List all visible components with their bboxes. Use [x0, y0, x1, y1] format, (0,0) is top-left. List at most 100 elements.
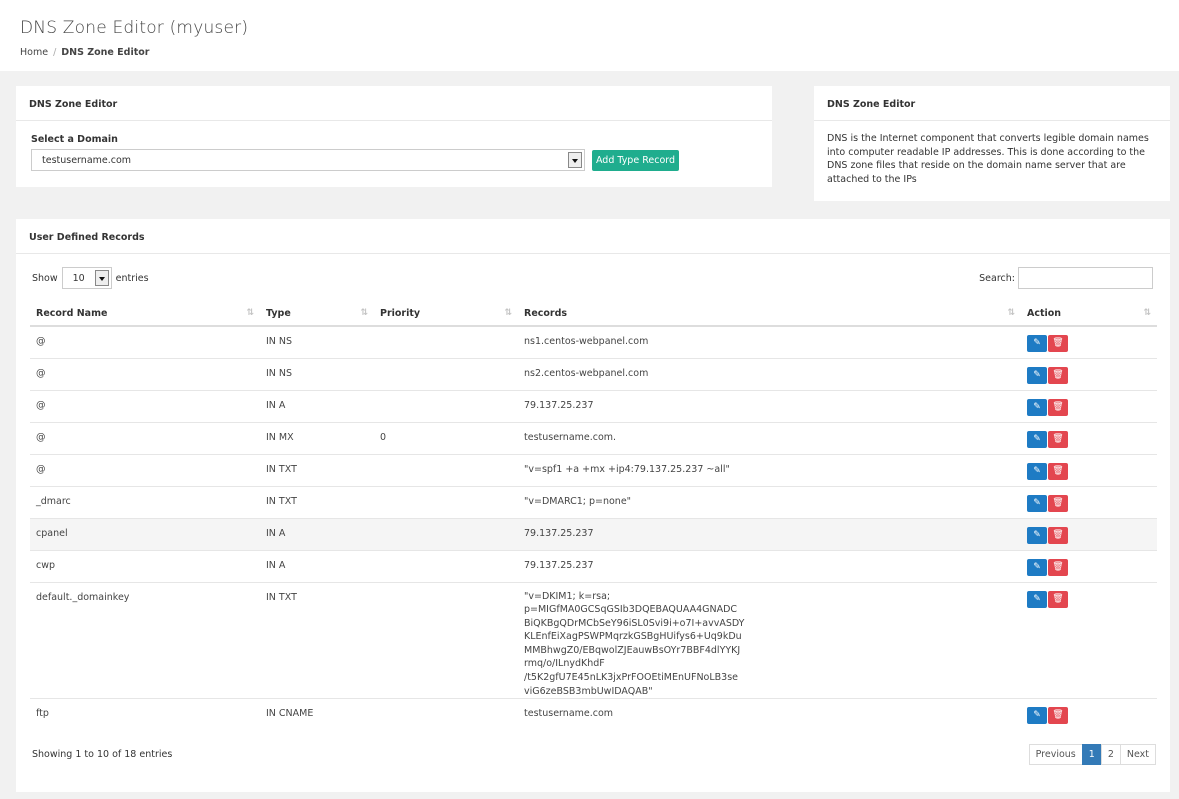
cell-priority [374, 453, 518, 486]
record-line: "v=DKIM1; k=rsa; [524, 590, 611, 602]
edit-icon: ✎ [1033, 561, 1041, 572]
breadcrumb-separator: / [53, 47, 57, 58]
cell-record-name: @ [30, 389, 260, 422]
edit-icon: ✎ [1033, 401, 1041, 412]
edit-icon: ✎ [1033, 497, 1041, 508]
table-info: Showing 1 to 10 of 18 entries [32, 749, 173, 760]
delete-record-button[interactable]: 🗑 [1048, 462, 1068, 480]
cell-record-name: default._domainkey [30, 581, 260, 699]
table-row: _dmarc IN TXT "v=DMARC1; p=none" ✎ 🗑 [30, 485, 1157, 518]
cell-record: "v=spf1 +a +mx +ip4:79.137.25.237 ~all" [518, 453, 1021, 486]
panel-heading: DNS Zone Editor [814, 86, 1170, 121]
records-panel: User Defined Records Show 10 entries Sea… [16, 219, 1170, 792]
cell-record-name: @ [30, 453, 260, 486]
trash-icon: 🗑 [1052, 433, 1064, 444]
pagination-next[interactable]: Next [1119, 744, 1156, 765]
column-header-action[interactable]: Action ⇅ [1021, 301, 1157, 327]
cell-priority [374, 549, 518, 582]
edit-record-button[interactable]: ✎ [1027, 430, 1047, 448]
pagination-previous[interactable]: Previous [1028, 744, 1083, 765]
delete-record-button[interactable]: 🗑 [1048, 366, 1068, 384]
cell-priority [374, 698, 518, 731]
edit-record-button[interactable]: ✎ [1027, 366, 1047, 384]
edit-icon: ✎ [1033, 369, 1041, 380]
column-header-type[interactable]: Type ⇅ [260, 301, 374, 327]
search-input[interactable] [1018, 267, 1153, 289]
length-control: Show 10 entries [32, 267, 149, 289]
delete-record-button[interactable]: 🗑 [1048, 707, 1068, 725]
cell-record-name: cpanel [30, 517, 260, 550]
cell-type: IN A [260, 389, 374, 422]
page-title: DNS Zone Editor (myuser) [20, 18, 249, 38]
page-length-value: 10 [72, 273, 85, 284]
trash-icon: 🗑 [1052, 593, 1064, 604]
pagination-page-1[interactable]: 1 [1081, 744, 1102, 765]
edit-icon: ✎ [1033, 529, 1041, 540]
search-control: Search: [979, 267, 1153, 289]
cell-record: ns1.centos-webpanel.com [518, 325, 1021, 358]
record-line: p=MIGfMA0GCSqGSIb3DQEBAQUAA4GNADC [524, 604, 738, 616]
edit-record-button[interactable]: ✎ [1027, 398, 1047, 416]
edit-record-button[interactable]: ✎ [1027, 335, 1047, 352]
delete-record-button[interactable]: 🗑 [1048, 335, 1068, 352]
trash-icon: 🗑 [1052, 529, 1064, 540]
breadcrumb-home[interactable]: Home [20, 47, 48, 58]
cell-record: 79.137.25.237 [518, 389, 1021, 422]
cell-action: ✎ 🗑 [1021, 389, 1157, 422]
info-text: DNS is the Internet component that conve… [827, 133, 1149, 185]
table-row: @ IN MX 0 testusername.com. ✎ 🗑 [30, 421, 1157, 454]
edit-record-button[interactable]: ✎ [1027, 707, 1047, 725]
chevron-down-icon[interactable] [568, 152, 582, 168]
page-length-select[interactable]: 10 [61, 267, 112, 289]
chevron-down-icon[interactable] [94, 270, 109, 286]
add-type-record-button[interactable]: Add Type Record [592, 150, 679, 171]
cell-action: ✎ 🗑 [1021, 453, 1157, 486]
sort-icon: ⇅ [504, 308, 512, 318]
delete-record-button[interactable]: 🗑 [1048, 398, 1068, 416]
cell-priority [374, 357, 518, 390]
table-row: ftp IN CNAME testusername.com ✎ 🗑 [30, 698, 1157, 731]
trash-icon: 🗑 [1052, 401, 1064, 412]
cell-record-name: cwp [30, 549, 260, 582]
delete-record-button[interactable]: 🗑 [1048, 558, 1068, 576]
domain-select-panel: DNS Zone Editor Select a Domain testuser… [16, 86, 772, 187]
edit-record-button[interactable]: ✎ [1027, 558, 1047, 576]
cell-action: ✎ 🗑 [1021, 698, 1157, 731]
cell-action: ✎ 🗑 [1021, 549, 1157, 582]
pagination: Previous 1 2 Next [1028, 744, 1156, 765]
trash-icon: 🗑 [1052, 561, 1064, 572]
edit-record-button[interactable]: ✎ [1027, 462, 1047, 480]
sort-icon: ⇅ [1007, 308, 1015, 318]
column-header-record-name[interactable]: Record Name ⇅ [30, 301, 260, 327]
breadcrumb: Home / DNS Zone Editor [20, 47, 1159, 58]
cell-record-name: @ [30, 325, 260, 358]
cell-type: IN NS [260, 357, 374, 390]
cell-type: IN NS [260, 325, 374, 358]
records-table: Record Name ⇅ Type ⇅ Priority ⇅ Records ⇅ Ac… [30, 301, 1157, 731]
delete-record-button[interactable]: 🗑 [1048, 494, 1068, 512]
domain-select-value: testusername.com [42, 155, 132, 166]
cell-type: IN TXT [260, 581, 374, 699]
pagination-page-2[interactable]: 2 [1100, 744, 1121, 765]
record-line: rmq/o/ILnydKhdF [524, 658, 605, 670]
trash-icon: 🗑 [1052, 369, 1064, 380]
table-row: @ IN NS ns1.centos-webpanel.com ✎ 🗑 [30, 325, 1157, 358]
sort-icon: ⇅ [360, 308, 368, 318]
delete-record-button[interactable]: 🗑 [1048, 590, 1068, 608]
record-line: viG6zeBSB3mbUwIDAQAB" [524, 685, 653, 697]
delete-record-button[interactable]: 🗑 [1048, 430, 1068, 448]
domain-select[interactable]: testusername.com [31, 149, 585, 171]
column-header-priority[interactable]: Priority ⇅ [374, 301, 518, 327]
edit-record-button[interactable]: ✎ [1027, 590, 1047, 608]
cell-action: ✎ 🗑 [1021, 517, 1157, 550]
cell-record: ns2.centos-webpanel.com [518, 357, 1021, 390]
table-row: default._domainkey IN TXT "v=DKIM1; k=rsa;… [30, 581, 1157, 699]
info-panel: DNS Zone Editor DNS is the Internet comp… [814, 86, 1170, 201]
edit-record-button[interactable]: ✎ [1027, 494, 1047, 512]
page-header: DNS Zone Editor (myuser) Home / DNS Zone E… [0, 0, 1179, 71]
edit-record-button[interactable]: ✎ [1027, 526, 1047, 544]
delete-record-button[interactable]: 🗑 [1048, 526, 1068, 544]
column-header-records[interactable]: Records ⇅ [518, 301, 1021, 327]
panel-heading: DNS Zone Editor [16, 86, 772, 121]
table-row: @ IN A 79.137.25.237 ✎ 🗑 [30, 389, 1157, 422]
